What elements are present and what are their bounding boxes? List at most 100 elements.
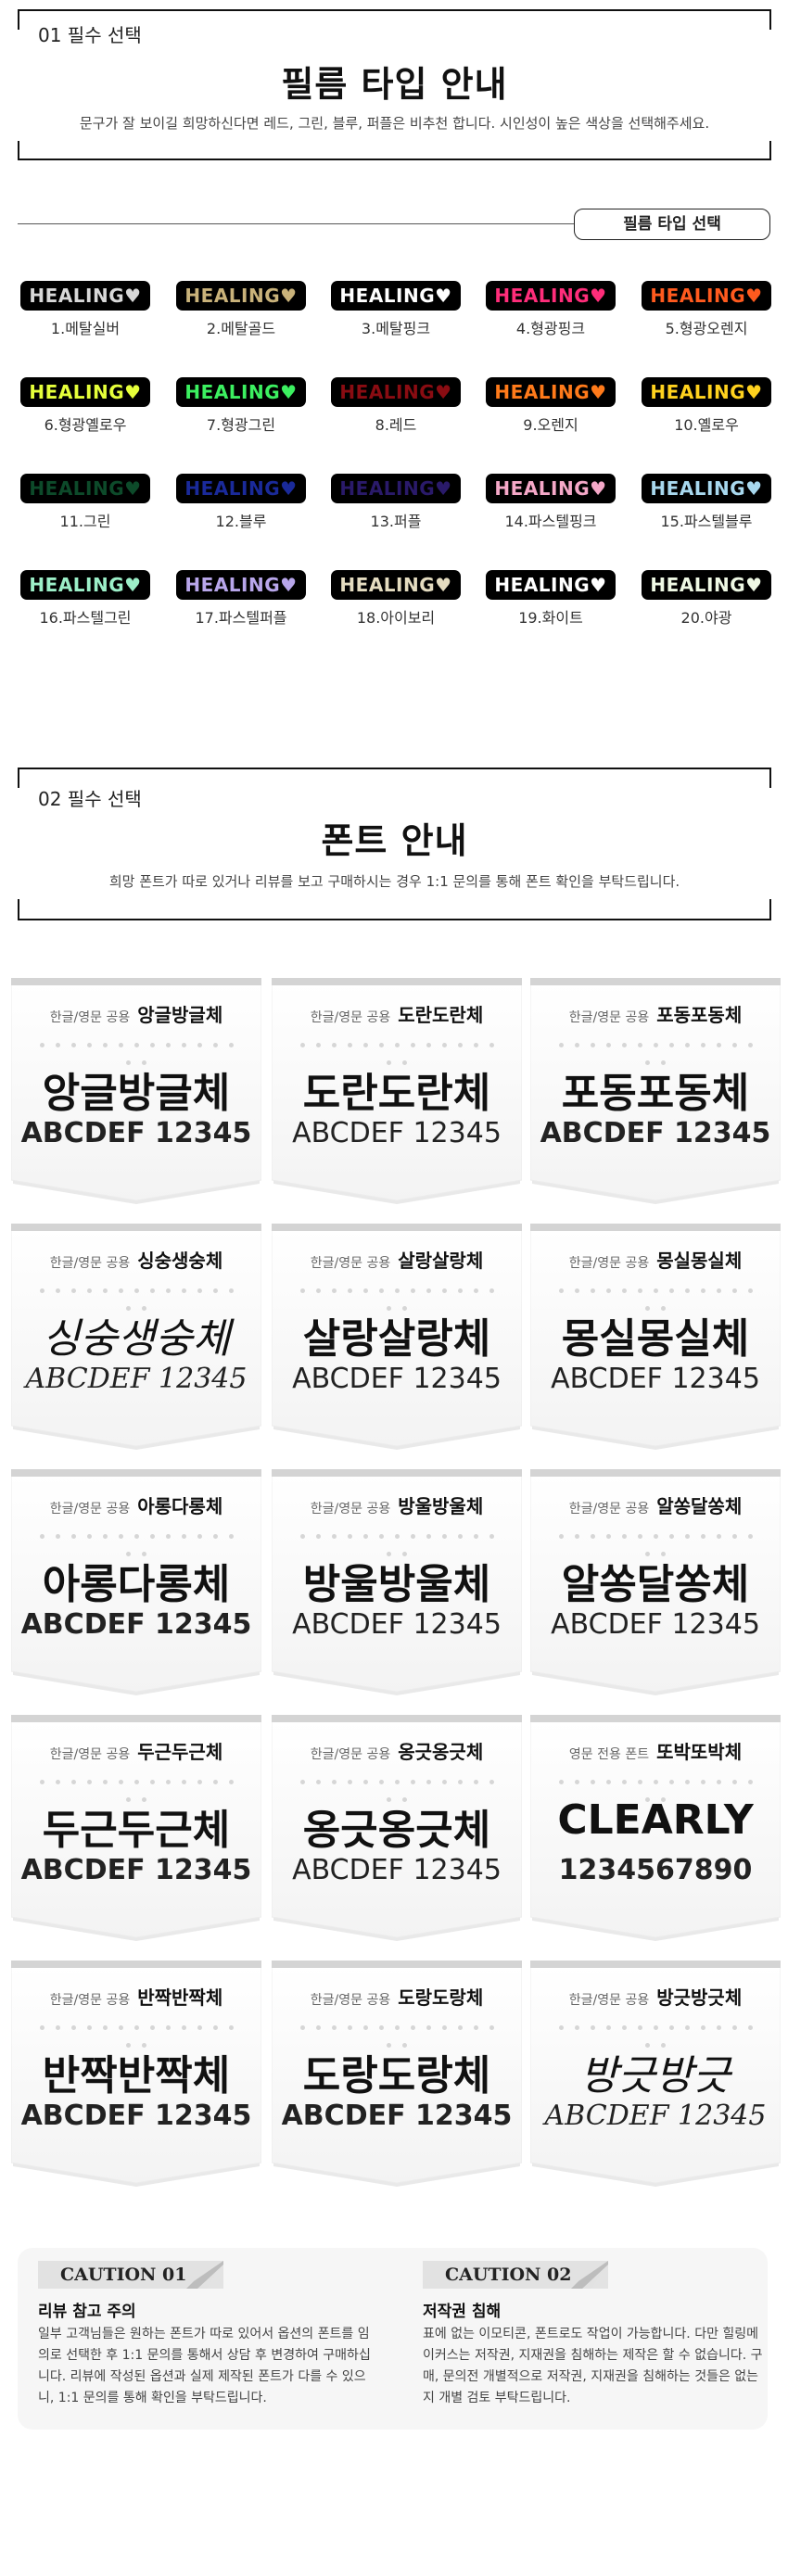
font-card: 한글/영문 공용 방울방울체 방울방울체 ABCDEF 12345 <box>272 1469 522 1696</box>
font-sample-sub: ABCDEF 12345 <box>281 2100 513 2132</box>
film-option-9: HEALING♥ 9.오렌지 <box>486 377 616 435</box>
font-sample-main: 방긋방긋 <box>580 2052 731 2100</box>
font-sample-main: 방울방울체 <box>302 1561 491 1608</box>
font-sample-main: 반짝반짝체 <box>42 2052 231 2100</box>
dotted-separator <box>551 1770 760 1802</box>
section1-title: 필름 타입 안내 <box>281 64 508 105</box>
film-name: 19.화이트 <box>518 609 583 627</box>
film-color-chip: HEALING♥ <box>642 474 771 503</box>
font-sample-main: 도랑도랑체 <box>302 2052 491 2100</box>
font-sample-sub: ABCDEF 12345 <box>292 1363 502 1395</box>
film-color-chip: HEALING♥ <box>20 570 150 600</box>
film-name: 14.파스텔핑크 <box>504 513 597 530</box>
font-sample-sub: ABCDEF 12345 <box>292 1117 502 1149</box>
film-option-2: HEALING♥ 2.메탈골드 <box>176 281 306 338</box>
film-color-chip: HEALING♥ <box>20 474 150 503</box>
font-sample-sub: 1234567890 <box>558 1854 753 1886</box>
dotted-separator <box>32 1279 241 1311</box>
film-color-chip: HEALING♥ <box>20 281 150 311</box>
film-option-12: HEALING♥ 12.블루 <box>176 474 306 531</box>
film-option-10: HEALING♥ 10.옐로우 <box>642 377 771 435</box>
film-color-chip: HEALING♥ <box>642 570 771 600</box>
film-type-select-label: 필름 타입 선택 <box>574 209 770 240</box>
font-card-header: 한글/영문 공용 두근두근체 <box>11 1737 261 1764</box>
font-usage-tag: 한글/영문 공용 <box>568 1010 650 1025</box>
font-card-header: 한글/영문 공용 아롱다롱체 <box>11 1491 261 1518</box>
font-name: 방울방울체 <box>398 1495 484 1517</box>
font-name: 몽실몽실체 <box>656 1250 743 1272</box>
font-card: 한글/영문 공용 앙글방글체 앙글방글체 ABCDEF 12345 <box>11 978 261 1205</box>
film-option-19: HEALING♥ 19.화이트 <box>486 570 616 628</box>
film-option-4: HEALING♥ 4.형광핑크 <box>486 281 616 338</box>
font-usage-tag: 한글/영문 공용 <box>310 1502 391 1516</box>
font-name: 방긋방긋체 <box>656 1986 743 2009</box>
film-option-15: HEALING♥ 15.파스텔블루 <box>642 474 771 531</box>
film-name: 6.형광옐로우 <box>44 416 127 434</box>
film-option-5: HEALING♥ 5.형광오렌지 <box>642 281 771 338</box>
film-name: 12.블루 <box>215 513 267 530</box>
font-usage-tag: 영문 전용 폰트 <box>568 1747 650 1762</box>
film-color-chip: HEALING♥ <box>642 377 771 407</box>
dotted-separator <box>292 1770 502 1802</box>
font-sample-sub: ABCDEF 12345 <box>292 1608 502 1641</box>
font-usage-tag: 한글/영문 공용 <box>49 1993 131 2008</box>
film-option-11: HEALING♥ 11.그린 <box>20 474 150 531</box>
font-name: 도란도란체 <box>398 1004 484 1026</box>
font-card-header: 한글/영문 공용 도란도란체 <box>272 1000 522 1027</box>
font-name: 또박또박체 <box>656 1741 743 1763</box>
font-card-header: 영문 전용 폰트 또박또박체 <box>530 1737 781 1764</box>
font-card: 한글/영문 공용 알쏭달쏭체 알쏭달쏭체 ABCDEF 12345 <box>530 1469 781 1696</box>
font-sample-main: CLEARLY <box>557 1796 754 1844</box>
film-name: 18.아이보리 <box>356 609 436 627</box>
film-name: 11.그린 <box>59 513 111 530</box>
caution-01-title: 리뷰 참고 주의 <box>38 2303 136 2321</box>
font-card-header: 한글/영문 공용 알쏭달쏭체 <box>530 1491 781 1518</box>
film-option-1: HEALING♥ 1.메탈실버 <box>20 281 150 338</box>
font-usage-tag: 한글/영문 공용 <box>568 1256 650 1271</box>
caution-02-title: 저작권 침해 <box>423 2303 502 2321</box>
font-usage-tag: 한글/영문 공용 <box>310 1993 391 2008</box>
film-color-chip: HEALING♥ <box>642 281 771 311</box>
dotted-separator <box>551 1279 760 1311</box>
film-name: 5.형광오렌지 <box>665 320 748 337</box>
film-color-chip: HEALING♥ <box>331 474 461 503</box>
font-usage-tag: 한글/영문 공용 <box>49 1010 131 1025</box>
caution-01-tag: CAUTION 01 <box>38 2261 246 2289</box>
font-card-header: 한글/영문 공용 앙글방글체 <box>11 1000 261 1027</box>
font-name: 싱숭생숭체 <box>137 1250 223 1272</box>
film-name: 16.파스텔그린 <box>39 609 132 627</box>
dotted-separator <box>32 1034 241 1065</box>
font-sample-sub: ABCDEF 12345 <box>25 1363 248 1395</box>
font-card-header: 한글/영문 공용 방울방울체 <box>272 1491 522 1518</box>
film-color-chip: HEALING♥ <box>331 377 461 407</box>
font-sample-main: 앙글방글체 <box>42 1070 231 1117</box>
font-name: 옹긋옹긋체 <box>398 1741 484 1763</box>
film-option-13: HEALING♥ 13.퍼플 <box>331 474 461 531</box>
film-color-chip: HEALING♥ <box>331 281 461 311</box>
film-option-20: HEALING♥ 20.야광 <box>642 570 771 628</box>
film-name: 15.파스텔블루 <box>660 513 753 530</box>
divider-line <box>18 223 574 224</box>
film-option-7: HEALING♥ 7.형광그린 <box>176 377 306 435</box>
font-card-header: 한글/영문 공용 옹긋옹긋체 <box>272 1737 522 1764</box>
font-name: 도랑도랑체 <box>398 1986 484 2009</box>
dotted-separator <box>551 1525 760 1556</box>
font-sample-sub: ABCDEF 12345 <box>540 1117 771 1149</box>
font-card-header: 한글/영문 공용 포동포동체 <box>530 1000 781 1027</box>
font-name: 아롱다롱체 <box>137 1495 223 1517</box>
dotted-separator <box>32 1770 241 1802</box>
font-sample-sub: ABCDEF 12345 <box>20 1608 252 1641</box>
font-sample-main: 포동포동체 <box>561 1070 750 1117</box>
film-name: 9.오렌지 <box>523 416 578 434</box>
caution-02-body: 표에 없는 이모티콘, 폰트로도 작업이 가능합니다. 다만 힐링메이커스는 저… <box>423 2327 763 2405</box>
font-usage-tag: 한글/영문 공용 <box>568 1993 650 2008</box>
film-option-3: HEALING♥ 3.메탈핑크 <box>331 281 461 338</box>
font-usage-tag: 한글/영문 공용 <box>49 1256 131 1271</box>
font-sample-sub: ABCDEF 12345 <box>292 1854 502 1886</box>
font-name: 알쏭달쏭체 <box>656 1495 743 1517</box>
film-name: 2.메탈골드 <box>206 320 276 337</box>
font-card: 한글/영문 공용 아롱다롱체 아롱다롱체 ABCDEF 12345 <box>11 1469 261 1696</box>
film-color-chip: HEALING♥ <box>176 474 306 503</box>
film-option-17: HEALING♥ 17.파스텔퍼플 <box>176 570 306 628</box>
film-color-chip: HEALING♥ <box>486 474 616 503</box>
